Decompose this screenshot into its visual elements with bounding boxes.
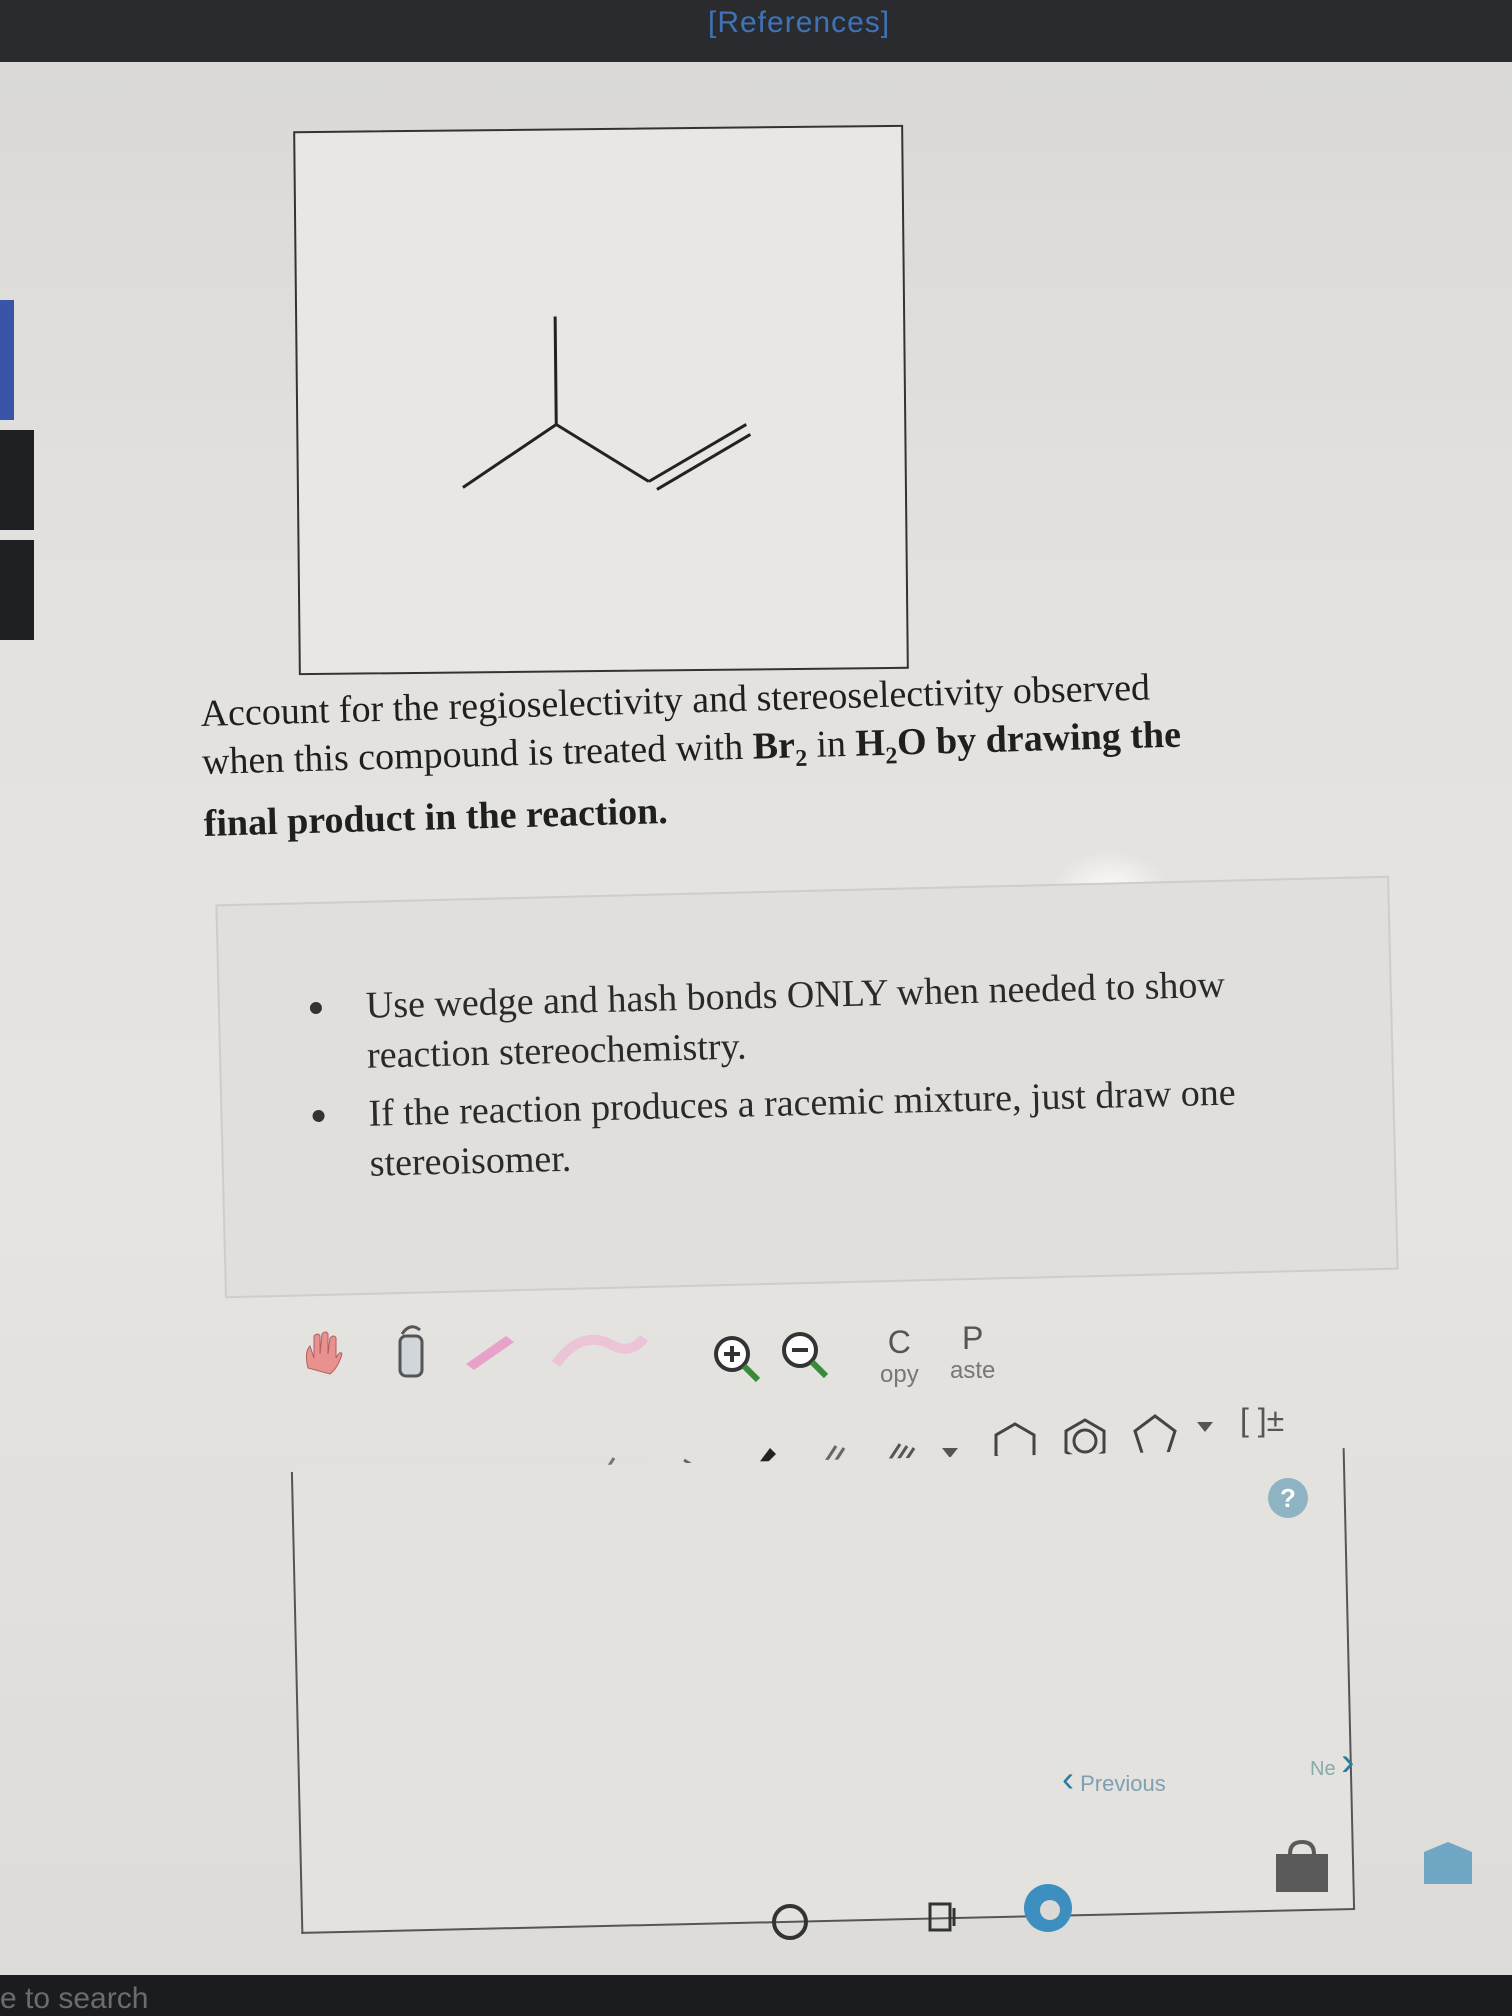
drawing-toolbar-top: C opy P aste <box>300 1320 1100 1400</box>
task-view-icon[interactable] <box>926 1896 966 1936</box>
hint-item: If the reaction produces a racemic mixtu… <box>312 1066 1314 1190</box>
edge-browser-icon[interactable] <box>1020 1880 1076 1936</box>
mail-icon[interactable] <box>1418 1836 1478 1892</box>
previous-button[interactable]: ‹ Previous <box>1062 1758 1166 1800</box>
left-edge-accent <box>0 300 14 420</box>
question-text: Account for the regioselectivity and ste… <box>200 656 1404 847</box>
molecule-structure-box <box>293 124 909 676</box>
hint-text: Use wedge and hash bonds ONLY when neede… <box>365 963 1226 1077</box>
reagent-water-o: O <box>896 720 928 764</box>
reagent-subscript: 2 <box>794 745 808 772</box>
chevron-right-icon: › <box>1341 1740 1355 1784</box>
hand-tool-icon[interactable] <box>300 1328 344 1378</box>
drawing-canvas[interactable] <box>290 1448 1356 1934</box>
question-bold-segment: final product in the reaction. <box>203 789 669 845</box>
paste-label-bottom: aste <box>950 1357 996 1384</box>
zoom-in-icon[interactable] <box>710 1332 766 1388</box>
hint-box: Use wedge and hash bonds ONLY when neede… <box>215 875 1399 1299</box>
bracket-charge-button[interactable]: [ ]± <box>1240 1402 1284 1439</box>
double-bond <box>648 423 748 483</box>
hint-text: If the reaction produces a racemic mixtu… <box>368 1071 1237 1185</box>
bullet-icon <box>312 1109 325 1123</box>
methyl-bond <box>553 316 558 425</box>
taskbar-search-box[interactable]: e to search <box>0 1982 148 2016</box>
copy-label-top: C <box>887 1324 911 1360</box>
top-bar: [References] <box>0 0 1512 62</box>
reagent-subscript: 2 <box>885 743 898 770</box>
previous-label: Previous <box>1080 1771 1166 1796</box>
left-edge-tab <box>0 540 34 640</box>
chevron-left-icon: ‹ <box>1062 1758 1074 1799</box>
store-icon[interactable] <box>1272 1840 1332 1896</box>
molecule-drawing <box>462 316 752 491</box>
screen: [References] Account for the regioselect… <box>0 0 1512 2016</box>
references-link[interactable]: [References] <box>708 6 890 40</box>
task-view-circle-icon[interactable] <box>768 1900 812 1944</box>
lasso-tool-icon[interactable] <box>550 1330 650 1370</box>
pencil-tool-icon[interactable] <box>460 1330 520 1370</box>
chevron-down-icon[interactable] <box>1195 1420 1215 1434</box>
copy-label-bottom: opy <box>880 1361 919 1388</box>
hint-list: Use wedge and hash bonds ONLY when neede… <box>309 958 1314 1198</box>
copy-button[interactable]: C opy <box>880 1324 919 1389</box>
paste-label-top: P <box>962 1320 984 1356</box>
question-text-segment: in <box>806 722 857 767</box>
hint-item: Use wedge and hash bonds ONLY when neede… <box>309 958 1311 1082</box>
next-button[interactable]: Ne › <box>1310 1740 1354 1785</box>
eraser-tool-icon[interactable] <box>390 1320 430 1380</box>
methyl-bond <box>462 423 558 489</box>
left-edge-tab <box>0 430 34 530</box>
bullet-icon <box>309 1001 323 1015</box>
zoom-out-icon[interactable] <box>778 1328 834 1384</box>
next-label: Ne <box>1310 1758 1336 1780</box>
reagent-water-h: H <box>854 721 886 765</box>
paste-button[interactable]: P aste <box>950 1320 995 1385</box>
reagent-bromine: Br <box>752 724 796 768</box>
question-bold-segment: by drawing the <box>925 713 1182 763</box>
taskbar <box>0 1975 1512 2016</box>
ch-ch-bond <box>555 423 650 483</box>
help-button[interactable]: ? <box>1268 1478 1308 1518</box>
double-bond <box>656 433 752 491</box>
